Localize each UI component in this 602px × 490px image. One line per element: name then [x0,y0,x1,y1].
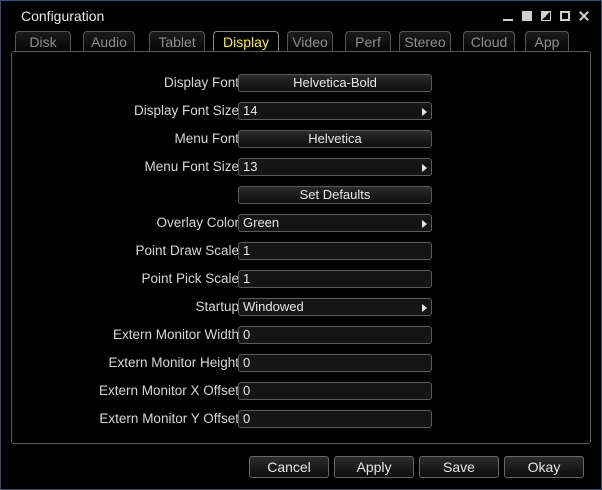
row-extern-monitor-y-offset: Extern Monitor Y Offset 0 [12,410,592,430]
save-button[interactable]: Save [419,456,499,478]
extern-monitor-x-offset-label: Extern Monitor X Offset [98,383,239,398]
tab-video[interactable]: Video [287,31,333,51]
tab-disk[interactable]: Disk [15,31,71,51]
display-font-size-label: Display Font Size [133,103,239,118]
row-menu-font-size: Menu Font Size 13 [12,158,592,178]
cancel-button[interactable]: Cancel [249,456,329,478]
extern-monitor-y-offset-input[interactable]: 0 [238,410,432,428]
configuration-window: Configuration Disk Audio Tablet Display … [0,0,602,490]
display-font-button[interactable]: Helvetica-Bold [238,74,432,92]
tab-app[interactable]: App [525,31,569,51]
point-draw-scale-label: Point Draw Scale [135,243,239,258]
row-point-pick-scale: Point Pick Scale 1 [12,270,592,290]
startup-dropdown[interactable]: Windowed [238,298,432,316]
dropdown-arrow-icon [422,304,427,312]
row-set-defaults: Set Defaults [12,186,592,206]
row-menu-font: Menu Font Helvetica [12,130,592,150]
tab-bar: Disk Audio Tablet Display Video Perf Ste… [15,31,590,51]
menu-font-size-value: 13 [243,159,258,174]
tab-display[interactable]: Display [213,31,279,51]
row-overlay-color: Overlay Color Green [12,214,592,234]
dropdown-arrow-icon [422,108,427,116]
row-point-draw-scale: Point Draw Scale 1 [12,242,592,262]
row-startup: Startup Windowed [12,298,592,318]
tab-stereo[interactable]: Stereo [399,31,451,51]
display-font-label: Display Font [163,75,239,90]
extern-monitor-width-input[interactable]: 0 [238,326,432,344]
tab-perf[interactable]: Perf [345,31,391,51]
overlay-color-dropdown[interactable]: Green [238,214,432,232]
extern-monitor-y-offset-label: Extern Monitor Y Offset [99,411,239,426]
startup-value: Windowed [243,299,304,314]
point-draw-scale-input[interactable]: 1 [238,242,432,260]
window-controls [503,11,589,21]
tab-audio[interactable]: Audio [83,31,135,51]
display-font-size-dropdown[interactable]: 14 [238,102,432,120]
menu-font-button[interactable]: Helvetica [238,130,432,148]
display-font-size-value: 14 [243,103,258,118]
row-extern-monitor-width: Extern Monitor Width 0 [12,326,592,346]
display-settings-panel: Display Font Helvetica-Bold Display Font… [11,51,591,444]
point-pick-scale-label: Point Pick Scale [141,271,239,286]
dropdown-arrow-icon [422,220,427,228]
point-pick-scale-input[interactable]: 1 [238,270,432,288]
extern-monitor-height-label: Extern Monitor Height [108,355,239,370]
dropdown-arrow-icon [422,164,427,172]
startup-label: Startup [195,299,239,314]
title-bar[interactable]: Configuration [1,1,601,31]
row-extern-monitor-x-offset: Extern Monitor X Offset 0 [12,382,592,402]
close-icon[interactable] [579,11,589,21]
apply-button[interactable]: Apply [334,456,414,478]
extern-monitor-x-offset-input[interactable]: 0 [238,382,432,400]
overlay-color-value: Green [243,215,280,230]
tab-cloud[interactable]: Cloud [463,31,515,51]
restore-icon[interactable] [522,11,532,21]
half-icon[interactable] [541,11,551,21]
extern-monitor-height-input[interactable]: 0 [238,354,432,372]
set-defaults-button[interactable]: Set Defaults [238,186,432,204]
window-title: Configuration [21,8,105,24]
minimize-icon[interactable] [503,11,513,21]
tab-tablet[interactable]: Tablet [149,31,205,51]
row-extern-monitor-height: Extern Monitor Height 0 [12,354,592,374]
menu-font-size-label: Menu Font Size [144,159,239,174]
extern-monitor-width-label: Extern Monitor Width [112,327,239,342]
menu-font-size-dropdown[interactable]: 13 [238,158,432,176]
menu-font-label: Menu Font [174,131,239,146]
overlay-color-label: Overlay Color [156,215,239,230]
row-display-font-size: Display Font Size 14 [12,102,592,122]
row-display-font: Display Font Helvetica-Bold [12,74,592,94]
okay-button[interactable]: Okay [504,456,584,478]
maximize-icon[interactable] [560,11,570,21]
